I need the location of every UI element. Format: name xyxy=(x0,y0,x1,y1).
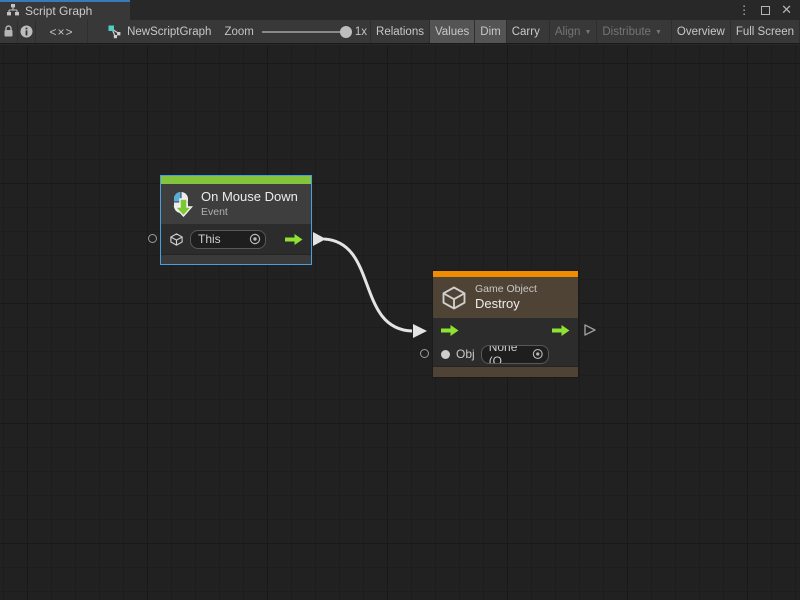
code-view-icon: <×> xyxy=(50,25,74,39)
toolbar-button-relations[interactable]: Relations xyxy=(370,20,429,43)
zoom-value: 1x xyxy=(355,26,367,38)
graph-reference[interactable]: NewScriptGraph xyxy=(108,20,211,43)
maximize-icon[interactable] xyxy=(761,6,770,15)
node-footer xyxy=(433,366,578,377)
node-header: Game Object Destroy xyxy=(433,277,578,318)
flow-input-arrow[interactable] xyxy=(441,324,459,337)
zoom-slider-handle[interactable] xyxy=(340,26,352,38)
chevron-down-icon: ▼ xyxy=(655,28,662,36)
object-picker-icon[interactable] xyxy=(532,348,544,360)
tab-script-graph[interactable]: Script Graph xyxy=(0,0,130,20)
toolbar-button-dim[interactable]: Dim xyxy=(474,20,505,43)
toolbar-button-carry[interactable]: Carry xyxy=(506,20,545,43)
info-icon xyxy=(20,25,33,38)
chevron-down-icon: ▼ xyxy=(584,28,591,36)
node-title: On Mouse Down xyxy=(201,189,298,205)
toolbar-button-overview[interactable]: Overview xyxy=(671,20,730,43)
toolbar-button-align[interactable]: Align ▼ xyxy=(549,20,597,43)
node-on-mouse-down[interactable]: On Mouse Down Event This xyxy=(160,175,312,265)
tab-title: Script Graph xyxy=(25,4,92,18)
lock-icon xyxy=(3,25,14,38)
cube-icon xyxy=(440,284,468,312)
code-view-button[interactable]: <×> xyxy=(36,20,88,43)
zoom-control: Zoom 1x xyxy=(224,20,367,43)
output-port-triangle[interactable] xyxy=(583,323,597,337)
mouse-down-icon xyxy=(168,191,194,217)
flow-output-arrow[interactable] xyxy=(285,233,303,246)
param-label: Obj xyxy=(456,347,475,361)
input-port-destroy[interactable] xyxy=(420,349,429,358)
input-port-on-mouse-down[interactable] xyxy=(148,234,157,243)
toolbar-buttons: Relations Values Dim Carry Align ▼ Distr… xyxy=(370,20,800,43)
node-accent-bar xyxy=(161,176,311,184)
menu-icon[interactable]: ⋮ xyxy=(738,3,750,17)
window-controls: ⋮ ✕ xyxy=(738,0,800,20)
zoom-slider[interactable] xyxy=(262,31,346,33)
graph-icon xyxy=(108,25,122,39)
object-picker-icon[interactable] xyxy=(249,233,261,245)
toolbar-button-fullscreen[interactable]: Full Screen xyxy=(730,20,800,43)
flow-output-arrow[interactable] xyxy=(552,324,570,337)
info-button[interactable] xyxy=(18,20,36,43)
toolbar-button-values[interactable]: Values xyxy=(429,20,474,43)
tab-bar: Script Graph ⋮ ✕ xyxy=(0,0,800,20)
close-icon[interactable]: ✕ xyxy=(781,2,792,18)
connection-wire xyxy=(0,45,800,600)
value-port-dot xyxy=(441,350,450,359)
graph-toolbar: <×> NewScriptGraph Zoom 1x Relations Va xyxy=(0,20,800,44)
node-footer xyxy=(161,254,311,264)
target-field[interactable]: This xyxy=(190,230,266,249)
node-title: Destroy xyxy=(475,296,537,312)
node-destroy[interactable]: Game Object Destroy Obj None (O xyxy=(432,270,579,378)
hierarchy-icon xyxy=(7,4,19,19)
cube-icon xyxy=(169,232,184,247)
node-category: Game Object xyxy=(475,283,537,296)
toolbar-button-distribute[interactable]: Distribute ▼ xyxy=(596,20,667,43)
obj-field[interactable]: None (O xyxy=(481,345,549,364)
node-param-row: Obj None (O xyxy=(433,342,578,366)
node-port-row: This xyxy=(161,224,311,254)
lock-button[interactable] xyxy=(0,20,18,43)
script-graph-window: Script Graph ⋮ ✕ <×> xyxy=(0,0,800,600)
graph-name: NewScriptGraph xyxy=(127,26,211,38)
node-subtitle: Event xyxy=(201,206,298,219)
node-flow-row xyxy=(433,318,578,342)
zoom-label: Zoom xyxy=(224,26,253,38)
node-header: On Mouse Down Event xyxy=(161,184,311,224)
graph-canvas[interactable]: On Mouse Down Event This xyxy=(0,45,800,600)
